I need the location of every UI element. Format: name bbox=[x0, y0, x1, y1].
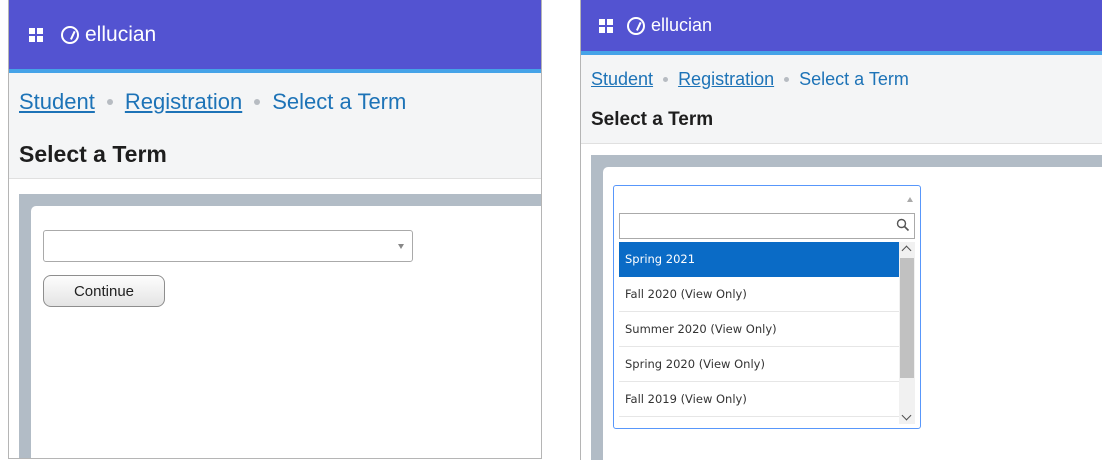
breadcrumb-separator bbox=[106, 99, 113, 105]
term-option-spring-2021[interactable]: Spring 2021 bbox=[619, 242, 899, 277]
app-header: ellucian bbox=[9, 0, 541, 73]
app-header: ellucian bbox=[581, 0, 1102, 55]
page-header: Student Registration Select a Term Selec… bbox=[9, 73, 541, 179]
content-frame: Continue bbox=[19, 194, 541, 458]
term-search-input[interactable] bbox=[619, 213, 915, 239]
term-select-head[interactable] bbox=[614, 186, 920, 212]
brand-name: ellucian bbox=[651, 15, 713, 35]
page-title: Select a Term bbox=[19, 141, 167, 167]
breadcrumb: Student Registration Select a Term bbox=[19, 89, 406, 115]
term-options-list[interactable]: Spring 2021 Fall 2020 (View Only) Summer… bbox=[619, 242, 915, 424]
options-scrollbar[interactable] bbox=[899, 242, 915, 424]
breadcrumb-registration[interactable]: Registration bbox=[125, 89, 242, 115]
search-icon bbox=[896, 218, 910, 232]
content-card: Continue bbox=[31, 206, 541, 458]
scrollbar-thumb[interactable] bbox=[900, 258, 914, 378]
breadcrumb-student[interactable]: Student bbox=[19, 89, 95, 115]
scroll-up-icon[interactable] bbox=[901, 245, 912, 256]
page-header: Student Registration Select a Term Selec… bbox=[581, 55, 1102, 144]
content-frame: Spring 2021 Fall 2020 (View Only) Summer… bbox=[591, 155, 1102, 460]
continue-button[interactable]: Continue bbox=[43, 275, 165, 307]
brand-name: ellucian bbox=[85, 22, 157, 46]
term-option-fall-2020[interactable]: Fall 2020 (View Only) bbox=[619, 277, 899, 312]
dropdown-arrow-up-icon[interactable] bbox=[900, 186, 920, 212]
ellucian-logo-icon bbox=[61, 25, 79, 44]
breadcrumb-current: Select a Term bbox=[799, 69, 909, 89]
term-option-spring-2020[interactable]: Spring 2020 (View Only) bbox=[619, 347, 899, 382]
breadcrumb-registration[interactable]: Registration bbox=[678, 69, 774, 90]
breadcrumb-separator bbox=[784, 77, 790, 82]
ellucian-logo-icon bbox=[627, 16, 645, 35]
term-option-summer-2020[interactable]: Summer 2020 (View Only) bbox=[619, 312, 899, 347]
scroll-down-icon[interactable] bbox=[901, 410, 912, 421]
grid-icon[interactable] bbox=[599, 18, 613, 33]
term-selection-view-collapsed: ellucian Student Registration Select a T… bbox=[8, 0, 542, 459]
page-title: Select a Term bbox=[591, 109, 714, 130]
breadcrumb: Student Registration Select a Term bbox=[591, 69, 909, 90]
term-select-open[interactable]: Spring 2021 Fall 2020 (View Only) Summer… bbox=[613, 185, 921, 429]
term-option-fall-2019[interactable]: Fall 2019 (View Only) bbox=[619, 382, 899, 417]
dropdown-arrow-icon[interactable] bbox=[390, 231, 412, 261]
grid-icon[interactable] bbox=[29, 27, 43, 42]
breadcrumb-current: Select a Term bbox=[272, 89, 407, 114]
term-select[interactable] bbox=[43, 230, 413, 262]
breadcrumb-separator bbox=[663, 77, 669, 82]
term-selection-view-expanded: ellucian Student Registration Select a T… bbox=[580, 0, 1102, 460]
breadcrumb-separator bbox=[254, 99, 261, 105]
content-card: Spring 2021 Fall 2020 (View Only) Summer… bbox=[603, 167, 1102, 460]
breadcrumb-student[interactable]: Student bbox=[591, 69, 653, 90]
